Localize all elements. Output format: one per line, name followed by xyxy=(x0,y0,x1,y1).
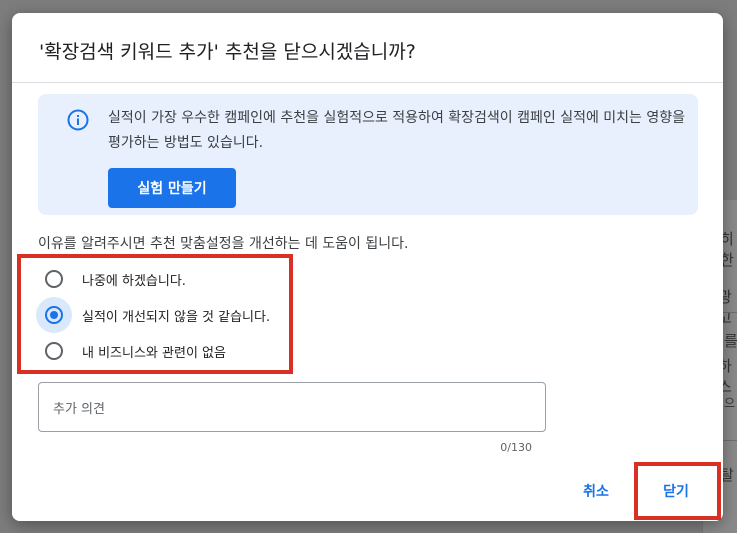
radio-halo xyxy=(36,333,72,369)
additional-comment-input[interactable]: 추가 의견 xyxy=(38,382,546,432)
info-text: 실적이 가장 우수한 캠페인에 추천을 실험적으로 적용하여 확장검색이 캠페인… xyxy=(108,110,686,151)
dialog-footer: 취소 닫기 xyxy=(12,461,723,521)
radio-label: 내 비즈니스와 관련이 없음 xyxy=(82,345,226,361)
radio-button-selected[interactable] xyxy=(45,306,63,324)
radio-halo xyxy=(36,261,72,297)
experiment-info-box: 실적이 가장 우수한 캠페인에 추천을 실험적으로 적용하여 확장검색이 캠페인… xyxy=(38,94,698,215)
radio-halo xyxy=(36,297,72,333)
radio-button[interactable] xyxy=(45,270,63,288)
radio-option-no-improvement[interactable]: 실적이 개선되지 않을 것 같습니다. xyxy=(36,297,270,333)
cancel-button[interactable]: 취소 xyxy=(568,473,624,509)
character-counter: 0/130 xyxy=(500,441,532,454)
radio-button[interactable] xyxy=(45,342,63,360)
dialog-title: '확장검색 키워드 추가' 추천을 닫으시겠습니까? xyxy=(39,41,416,63)
radio-option-not-relevant[interactable]: 내 비즈니스와 관련이 없음 xyxy=(36,333,226,369)
radio-option-later[interactable]: 나중에 하겠습니다. xyxy=(36,261,186,297)
dismiss-recommendation-dialog: '확장검색 키워드 추가' 추천을 닫으시겠습니까? 실적이 가장 우수한 캠페… xyxy=(12,13,723,521)
radio-label: 나중에 하겠습니다. xyxy=(82,273,186,289)
close-button[interactable]: 닫기 xyxy=(644,473,708,509)
create-experiment-button[interactable]: 실험 만들기 xyxy=(108,168,236,208)
background-text: 으 xyxy=(724,396,736,410)
reason-prompt: 이유를 알려주시면 추천 맞춤설정을 개선하는 데 도움이 됩니다. xyxy=(38,236,409,252)
info-icon xyxy=(67,109,89,131)
background-text: 를 xyxy=(724,332,737,350)
dialog-content: 실적이 가장 우수한 캠페인에 추천을 실험적으로 적용하여 확장검색이 캠페인… xyxy=(12,83,723,461)
radio-label: 실적이 개선되지 않을 것 같습니다. xyxy=(82,309,271,325)
